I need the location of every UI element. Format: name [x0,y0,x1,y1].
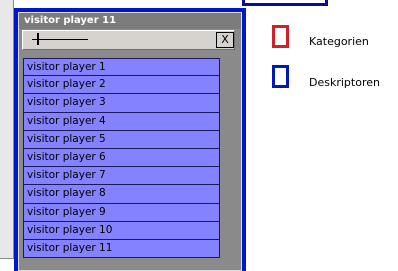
player-window-body: visitor player 11 X visitor player 1 vis… [18,12,242,271]
legend-label-kategorien: Kategorien [309,35,369,48]
list-item[interactable]: visitor player 6 [24,148,220,168]
legend-swatch-kategorien [272,25,289,48]
background-window-top [242,0,328,6]
slider-track[interactable] [32,39,88,40]
player-list: visitor player 1 visitor player 2 visito… [23,58,220,259]
list-item[interactable]: visitor player 4 [24,112,220,131]
list-item[interactable]: visitor player 1 [24,58,220,77]
close-button[interactable]: X [216,32,234,48]
window-title[interactable]: visitor player 11 [19,13,241,29]
background-window-left [0,0,14,259]
list-item[interactable]: visitor player 9 [24,203,220,222]
control-strip: X [22,30,235,50]
list-item[interactable]: visitor player 10 [24,221,220,240]
legend-label-deskriptoren: Deskriptoren [309,76,380,89]
legend: Kategorien Deskriptoren [272,25,396,95]
list-item[interactable]: visitor player 3 [24,94,220,113]
slider-thumb[interactable] [37,33,40,45]
list-item[interactable]: visitor player 7 [24,167,220,186]
list-item[interactable]: visitor player 8 [24,185,220,204]
list-item[interactable]: visitor player 5 [24,130,220,149]
list-item[interactable]: visitor player 2 [24,76,220,95]
player-window: visitor player 11 X visitor player 1 vis… [14,8,246,271]
list-item[interactable]: visitor player 11 [24,239,220,259]
legend-swatch-deskriptoren [272,65,289,88]
